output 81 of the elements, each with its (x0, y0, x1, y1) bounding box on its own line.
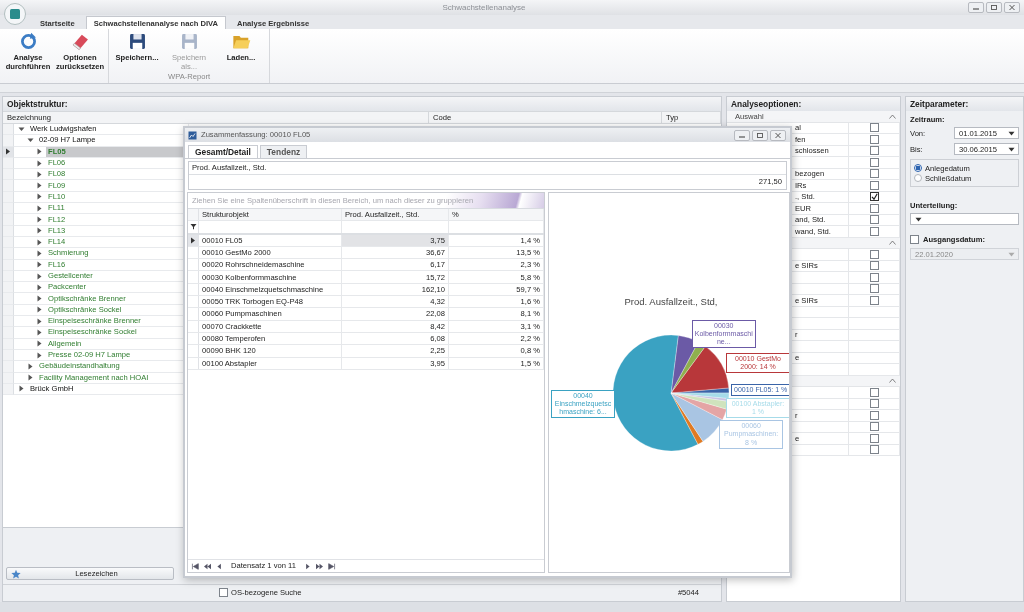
refresh-icon (18, 32, 38, 51)
first-record-icon[interactable] (191, 562, 200, 570)
expand-icon[interactable] (36, 227, 43, 235)
checkbox[interactable] (219, 588, 228, 598)
checkbox[interactable] (869, 192, 879, 202)
checkbox[interactable] (869, 422, 879, 432)
checkbox[interactable] (869, 215, 879, 225)
close-icon (1006, 3, 1018, 12)
checkbox[interactable] (869, 399, 879, 409)
checkbox[interactable] (869, 295, 879, 305)
row-indicator[interactable] (3, 146, 14, 158)
restore-icon (988, 3, 1000, 12)
minimize-button[interactable] (734, 129, 750, 141)
last-record-icon[interactable] (326, 562, 336, 570)
window-title: Schwachstellenanalyse (441, 2, 527, 13)
expand-icon[interactable] (36, 306, 43, 314)
collapse-icon[interactable] (27, 136, 34, 144)
dropdown-caret-icon (1008, 251, 1015, 257)
checkbox[interactable] (869, 203, 879, 213)
eraser-icon (70, 32, 90, 51)
star-icon (11, 568, 21, 579)
previous-record-icon[interactable] (215, 562, 224, 570)
close-button[interactable] (1004, 2, 1020, 13)
tab[interactable]: Tendenz (259, 145, 308, 158)
previous-page-icon[interactable] (203, 562, 212, 570)
checkbox[interactable] (869, 272, 879, 282)
tab[interactable]: Gesamt/Detail (188, 145, 258, 158)
close-icon (772, 130, 784, 140)
radio-button[interactable] (914, 174, 922, 183)
chart-title: Prod. Ausfallzeit., Std, (624, 296, 718, 307)
checkbox[interactable] (869, 123, 879, 133)
panel-title: Objektstruktur: (3, 97, 721, 111)
window-icon (188, 130, 197, 140)
expand-icon[interactable] (36, 238, 43, 246)
checkbox[interactable] (869, 261, 879, 271)
checkbox[interactable] (869, 249, 879, 259)
checkbox[interactable] (869, 169, 879, 179)
checkbox[interactable] (869, 226, 879, 236)
collapse-icon[interactable] (18, 125, 25, 133)
next-page-icon[interactable] (314, 562, 324, 570)
dropdown-caret-icon (1008, 130, 1015, 136)
checkbox[interactable] (869, 387, 879, 397)
expand-icon[interactable] (18, 385, 25, 393)
row-indicator[interactable] (188, 234, 199, 246)
dropdown-field[interactable] (910, 213, 1019, 226)
radio-button[interactable] (914, 164, 922, 173)
expand-icon[interactable] (27, 362, 34, 370)
expand-icon[interactable] (36, 295, 43, 303)
restore-button[interactable] (986, 2, 1002, 13)
panel-title: Zeitparameter: (906, 97, 1023, 111)
minimize-button[interactable] (968, 2, 984, 13)
checkbox[interactable] (869, 180, 879, 190)
checkbox[interactable] (869, 410, 879, 420)
panel-title: Analyseoptionen: (727, 97, 900, 111)
checkbox[interactable] (869, 134, 879, 144)
checkbox[interactable] (869, 146, 879, 156)
expand-icon[interactable] (36, 340, 43, 348)
expand-icon[interactable] (36, 249, 43, 257)
close-button[interactable] (770, 129, 786, 141)
expand-icon[interactable] (36, 159, 43, 167)
dropdown-caret-icon (915, 216, 922, 222)
expand-icon[interactable] (36, 317, 43, 325)
restore-icon (754, 130, 766, 140)
restore-button[interactable] (752, 129, 768, 141)
expand-icon[interactable] (36, 351, 43, 359)
checkbox[interactable] (869, 284, 879, 294)
checkbox[interactable] (869, 445, 879, 455)
expand-icon[interactable] (27, 374, 34, 382)
checkbox[interactable] (869, 157, 879, 167)
dropdown-caret-icon (1008, 146, 1015, 152)
expand-icon[interactable] (36, 283, 43, 291)
expand-icon[interactable] (36, 182, 43, 190)
checkbox[interactable] (869, 433, 879, 443)
expand-icon[interactable] (36, 272, 43, 280)
expand-icon[interactable] (36, 261, 43, 269)
expand-icon[interactable] (36, 170, 43, 178)
expand-icon[interactable] (36, 216, 43, 223)
expand-icon[interactable] (36, 193, 43, 201)
expand-icon[interactable] (36, 329, 43, 336)
expand-icon[interactable] (36, 204, 43, 212)
expand-icon[interactable] (36, 148, 43, 156)
